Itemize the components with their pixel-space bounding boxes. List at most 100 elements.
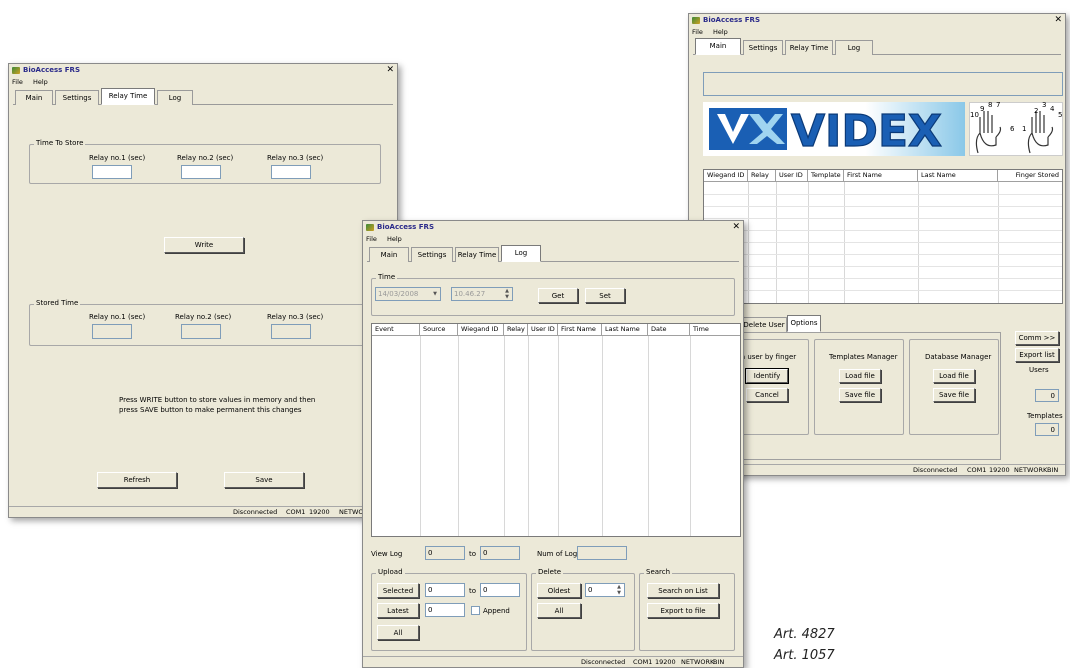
- append-checkbox[interactable]: [471, 606, 480, 615]
- identify-button[interactable]: Identify: [746, 369, 788, 383]
- menu-help[interactable]: Help: [713, 28, 728, 36]
- info-text-line2: press SAVE button to make permanent this…: [119, 406, 302, 414]
- col-finger-stored[interactable]: Finger Stored: [998, 170, 1062, 182]
- col-source[interactable]: Source: [420, 324, 458, 336]
- finger-4: 4: [1050, 105, 1055, 113]
- tab-delete-user[interactable]: Delete User: [741, 317, 787, 332]
- status-bar: Disconnected COM1 19200 NETWORK BIN: [363, 656, 743, 667]
- col-relay[interactable]: Relay: [748, 170, 776, 182]
- tab-main[interactable]: Main: [369, 247, 409, 262]
- col-wiegand-id[interactable]: Wiegand ID: [704, 170, 748, 182]
- status-mode: NETWORK: [1014, 466, 1048, 474]
- time-to-store-legend: Time To Store: [34, 139, 86, 147]
- tab-settings[interactable]: Settings: [55, 90, 99, 105]
- export-to-file-button[interactable]: Export to file: [647, 603, 719, 618]
- set-time-button[interactable]: Set: [585, 288, 625, 303]
- tab-options[interactable]: Options: [787, 315, 821, 332]
- delete-legend: Delete: [536, 568, 563, 576]
- selected-from-input[interactable]: 0: [425, 583, 465, 597]
- status-bar: Disconnected COM1 19200 NETWORK BIN: [689, 464, 1065, 475]
- tab-log[interactable]: Log: [835, 40, 873, 55]
- menu-bar: File Help: [689, 27, 1065, 37]
- refresh-button[interactable]: Refresh: [97, 472, 177, 488]
- col-last-name[interactable]: Last Name: [918, 170, 998, 182]
- spinner-down-icon[interactable]: ▼: [503, 294, 511, 300]
- tab-settings[interactable]: Settings: [743, 40, 783, 55]
- col-user-id[interactable]: User ID: [528, 324, 558, 336]
- relay3-store-input[interactable]: [271, 165, 311, 179]
- search-on-list-button[interactable]: Search on List: [647, 583, 719, 598]
- relay3-label: Relay no.3 (sec): [267, 154, 324, 162]
- delete-all-button[interactable]: All: [537, 603, 581, 618]
- col-relay[interactable]: Relay: [504, 324, 528, 336]
- log-table[interactable]: Event Source Wiegand ID Relay User ID Fi…: [371, 323, 741, 537]
- menu-file[interactable]: File: [12, 78, 23, 86]
- col-event[interactable]: Event: [372, 324, 420, 336]
- latest-input[interactable]: 0: [425, 603, 465, 617]
- col-template[interactable]: Template: [808, 170, 844, 182]
- delete-oldest-button[interactable]: Oldest: [537, 583, 581, 598]
- tab-main[interactable]: Main: [15, 90, 53, 105]
- selected-to-input[interactable]: 0: [480, 583, 520, 597]
- close-icon[interactable]: ✕: [1054, 15, 1062, 26]
- close-icon[interactable]: ✕: [732, 222, 740, 233]
- menu-help[interactable]: Help: [387, 235, 402, 243]
- relay1-store-input[interactable]: [92, 165, 132, 179]
- oldest-spinner-down-icon[interactable]: ▼: [615, 590, 623, 596]
- relay2-label: Relay no.2 (sec): [177, 154, 234, 162]
- log-window: BioAccess FRS ✕ File Help Main Settings …: [362, 220, 744, 668]
- menu-file[interactable]: File: [692, 28, 703, 36]
- tab-relay-time[interactable]: Relay Time: [101, 88, 155, 105]
- close-icon[interactable]: ✕: [386, 65, 394, 76]
- col-user-id[interactable]: User ID: [776, 170, 808, 182]
- export-list-button[interactable]: Export list: [1015, 348, 1059, 362]
- article-caption-2: Art. 1057: [774, 648, 835, 663]
- selected-to-label: to: [469, 587, 477, 595]
- menu-help[interactable]: Help: [33, 78, 48, 86]
- upload-latest-button[interactable]: Latest: [377, 603, 419, 618]
- templates-save-file-button[interactable]: Save file: [839, 388, 881, 402]
- db-save-file-button[interactable]: Save file: [933, 388, 975, 402]
- col-time[interactable]: Time: [690, 324, 740, 336]
- tab-relay-time[interactable]: Relay Time: [455, 247, 499, 262]
- tab-settings[interactable]: Settings: [411, 247, 453, 262]
- get-time-button[interactable]: Get: [538, 288, 578, 303]
- relay2-store-input[interactable]: [181, 165, 221, 179]
- write-button[interactable]: Write: [164, 237, 244, 253]
- status-connection: Disconnected: [581, 658, 626, 666]
- menu-file[interactable]: File: [366, 235, 377, 243]
- chevron-down-icon[interactable]: ▼: [431, 291, 439, 297]
- view-log-label: View Log: [371, 550, 403, 558]
- tab-main[interactable]: Main: [695, 38, 741, 55]
- col-first-name[interactable]: First Name: [844, 170, 918, 182]
- view-log-to-label: to: [469, 550, 477, 558]
- col-last-name[interactable]: Last Name: [602, 324, 648, 336]
- app-icon: [12, 67, 20, 74]
- col-first-name[interactable]: First Name: [558, 324, 602, 336]
- users-table[interactable]: Wiegand ID Relay User ID Template First …: [703, 169, 1063, 304]
- tab-relay-time[interactable]: Relay Time: [785, 40, 833, 55]
- comm-button[interactable]: Comm >>: [1015, 331, 1059, 345]
- menu-bar: File Help: [363, 234, 743, 244]
- tab-log[interactable]: Log: [157, 90, 193, 105]
- col-date[interactable]: Date: [648, 324, 690, 336]
- col-wiegand-id[interactable]: Wiegand ID: [458, 324, 504, 336]
- app-icon: [692, 17, 700, 24]
- finger-8: 8: [988, 101, 993, 109]
- stored-relay2-label: Relay no.2 (sec): [175, 313, 232, 321]
- upload-selected-button[interactable]: Selected: [377, 583, 419, 598]
- tab-log[interactable]: Log: [501, 245, 541, 262]
- app-icon: [366, 224, 374, 231]
- window-title: BioAccess FRS: [23, 66, 80, 74]
- finger-3: 3: [1042, 101, 1047, 109]
- templates-load-file-button[interactable]: Load file: [839, 369, 881, 383]
- view-log-from-input[interactable]: 0: [425, 546, 465, 560]
- finger-5: 5: [1058, 111, 1063, 119]
- cancel-button[interactable]: Cancel: [746, 388, 788, 402]
- db-load-file-button[interactable]: Load file: [933, 369, 975, 383]
- save-button[interactable]: Save: [224, 472, 304, 488]
- status-connection: Disconnected: [233, 508, 278, 516]
- tab-strip: Main Settings Relay Time Log: [693, 37, 1061, 55]
- view-log-to-input[interactable]: 0: [480, 546, 520, 560]
- upload-all-button[interactable]: All: [377, 625, 419, 640]
